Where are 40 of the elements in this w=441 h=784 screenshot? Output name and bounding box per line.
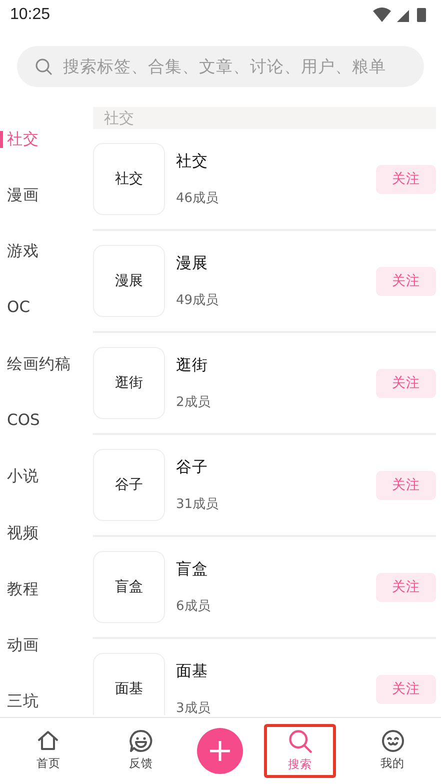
category-tab[interactable]: 小说 (7, 465, 39, 489)
group-thumbnail[interactable]: 谷子 (93, 449, 165, 521)
member-count: 6成员 (176, 598, 212, 616)
selected-indicator (0, 130, 3, 148)
category-tab[interactable]: OC (7, 296, 30, 320)
plus-icon (209, 740, 232, 762)
member-count: 46成员 (176, 190, 220, 208)
category-tab[interactable]: 游戏 (7, 240, 39, 264)
nav-tab[interactable]: 首页 (12, 724, 84, 778)
group-thumbnail[interactable]: 逛街 (93, 347, 165, 419)
nav-tab[interactable]: 我的 (356, 724, 429, 778)
category-tab[interactable]: COS (7, 409, 40, 432)
member-count: 3成员 (176, 700, 212, 715)
category-tab[interactable]: 视频 (7, 522, 39, 545)
category-tab[interactable]: 三坑 (7, 690, 39, 714)
member-count: 31成员 (176, 496, 220, 514)
nav-tab[interactable]: 反馈 (104, 724, 177, 778)
category-tab[interactable]: 绘画约稿 (7, 352, 71, 376)
group-thumbnail[interactable]: 盲盒 (93, 551, 165, 623)
group-name[interactable]: 社交 (176, 150, 376, 173)
group-name[interactable]: 谷子 (176, 456, 376, 479)
category-tab[interactable]: 漫画 (7, 184, 39, 208)
smiley-chat-icon (128, 729, 153, 754)
category-tab[interactable]: 动画 (7, 634, 39, 658)
group-name[interactable]: 漫展 (176, 252, 376, 275)
group-name[interactable]: 逛街 (176, 354, 376, 377)
member-count: 2成员 (176, 394, 212, 412)
group-thumbnail[interactable]: 漫展 (93, 245, 165, 317)
group-name[interactable]: 面基 (176, 660, 376, 683)
smiley-icon (380, 729, 405, 754)
search-field[interactable]: 搜索标签、合集、文章、讨论、用户、粮单 (17, 46, 424, 87)
group-name[interactable]: 盲盒 (176, 558, 376, 581)
status-time: 10:25 (10, 5, 50, 25)
section-header: 社交 (93, 107, 436, 129)
search-icon (35, 58, 53, 76)
group-thumbnail[interactable]: 社交 (93, 143, 165, 215)
add-button[interactable] (197, 728, 244, 774)
category-tab[interactable]: 教程 (7, 578, 39, 602)
search-icon (287, 728, 314, 754)
member-count: 49成员 (176, 292, 220, 310)
